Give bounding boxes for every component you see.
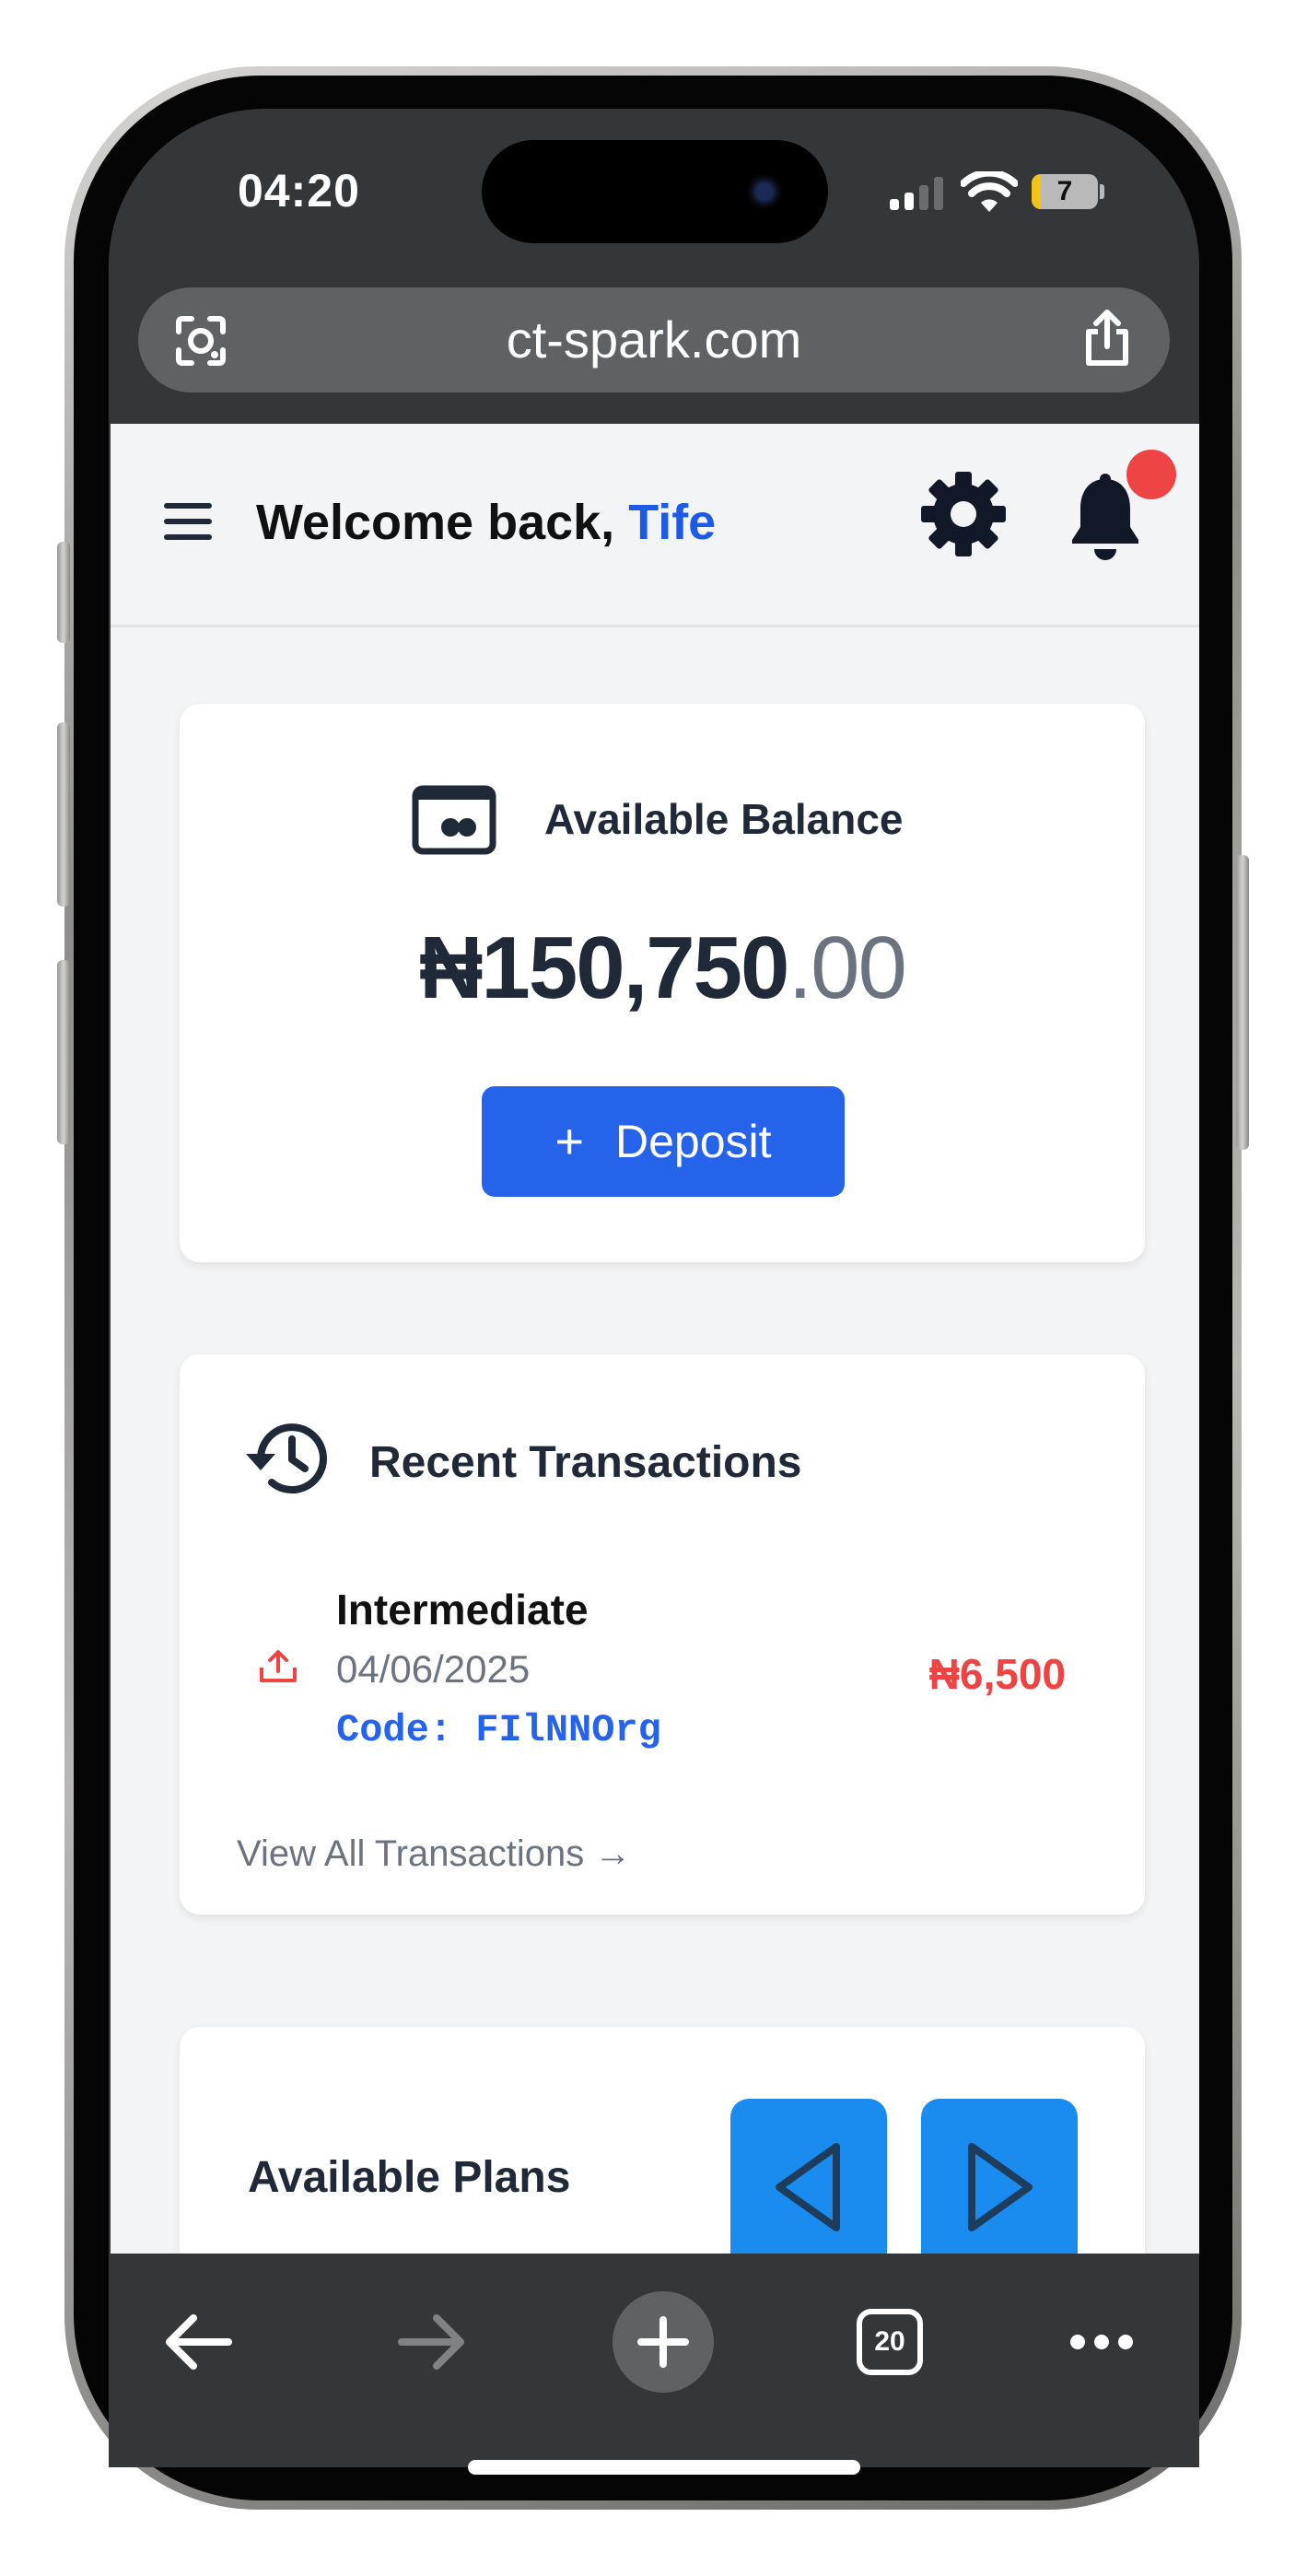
plans-title: Available Plans bbox=[248, 2153, 571, 2202]
action-button bbox=[57, 542, 70, 643]
transaction-name: Intermediate bbox=[336, 1586, 589, 1633]
power-button bbox=[1236, 855, 1249, 1150]
user-name: Tife bbox=[628, 495, 717, 550]
deposit-button[interactable]: + Deposit bbox=[482, 1086, 845, 1197]
balance-card: Available Balance ₦150,750.00 + Deposit bbox=[180, 704, 1145, 1262]
menu-icon[interactable] bbox=[164, 503, 212, 540]
wallet-icon bbox=[412, 785, 496, 855]
plus-icon: + bbox=[554, 1114, 584, 1169]
deposit-label: Deposit bbox=[615, 1116, 772, 1167]
new-tab-button[interactable] bbox=[613, 2291, 714, 2393]
forward-arrow-icon[interactable] bbox=[396, 2313, 466, 2371]
wifi-icon bbox=[961, 171, 1018, 212]
tab-count: 20 bbox=[874, 2326, 905, 2357]
back-arrow-icon[interactable] bbox=[164, 2313, 234, 2371]
url-text[interactable]: ct-spark.com bbox=[138, 287, 1170, 392]
balance-cents: .00 bbox=[788, 919, 906, 1017]
transaction-amount: ₦6,500 bbox=[928, 1650, 1066, 1698]
status-time: 04:20 bbox=[238, 165, 360, 217]
transactions-title: Recent Transactions bbox=[369, 1438, 802, 1487]
app-header: Welcome back, Tife bbox=[111, 424, 1199, 627]
gear-icon[interactable] bbox=[919, 470, 1008, 558]
front-camera bbox=[746, 173, 783, 210]
more-icon[interactable] bbox=[1068, 2333, 1135, 2351]
tabs-icon[interactable]: 20 bbox=[857, 2309, 923, 2375]
view-all-transactions-link[interactable]: View All Transactions → bbox=[237, 1833, 631, 1875]
history-icon bbox=[246, 1423, 327, 1494]
battery-level: 7 bbox=[1056, 176, 1073, 206]
volume-up-button bbox=[57, 722, 70, 907]
balance-main: ₦150,750 bbox=[419, 919, 789, 1017]
transaction-date: 04/06/2025 bbox=[336, 1647, 531, 1691]
triangle-right-icon bbox=[968, 2143, 1033, 2231]
balance-label: Available Balance bbox=[544, 795, 904, 843]
volume-down-button bbox=[57, 960, 70, 1144]
lens-icon[interactable] bbox=[173, 313, 228, 369]
signal-icon bbox=[890, 177, 943, 210]
web-page: Welcome back, Tife Available Balance ₦15… bbox=[111, 424, 1199, 2254]
share-icon[interactable] bbox=[1079, 308, 1135, 369]
battery-icon: 7 bbox=[1032, 174, 1098, 209]
balance-amount: ₦150,750.00 bbox=[180, 918, 1145, 1019]
plus-icon bbox=[637, 2316, 689, 2368]
transaction-code: Code: FIlNNOrg bbox=[336, 1708, 661, 1752]
transactions-card: Recent Transactions Intermediate 04/06/2… bbox=[180, 1354, 1145, 1914]
plans-prev-button[interactable] bbox=[730, 2099, 887, 2254]
welcome-heading: Welcome back, Tife bbox=[256, 494, 716, 551]
battery-tip bbox=[1100, 184, 1104, 199]
notification-badge bbox=[1126, 450, 1176, 499]
welcome-prefix: Welcome back, bbox=[256, 495, 629, 550]
home-indicator[interactable] bbox=[468, 2460, 860, 2475]
upload-icon bbox=[260, 1650, 297, 1682]
triangle-left-icon bbox=[776, 2143, 840, 2231]
plans-card: Available Plans bbox=[180, 2027, 1145, 2254]
plans-next-button[interactable] bbox=[921, 2099, 1078, 2254]
